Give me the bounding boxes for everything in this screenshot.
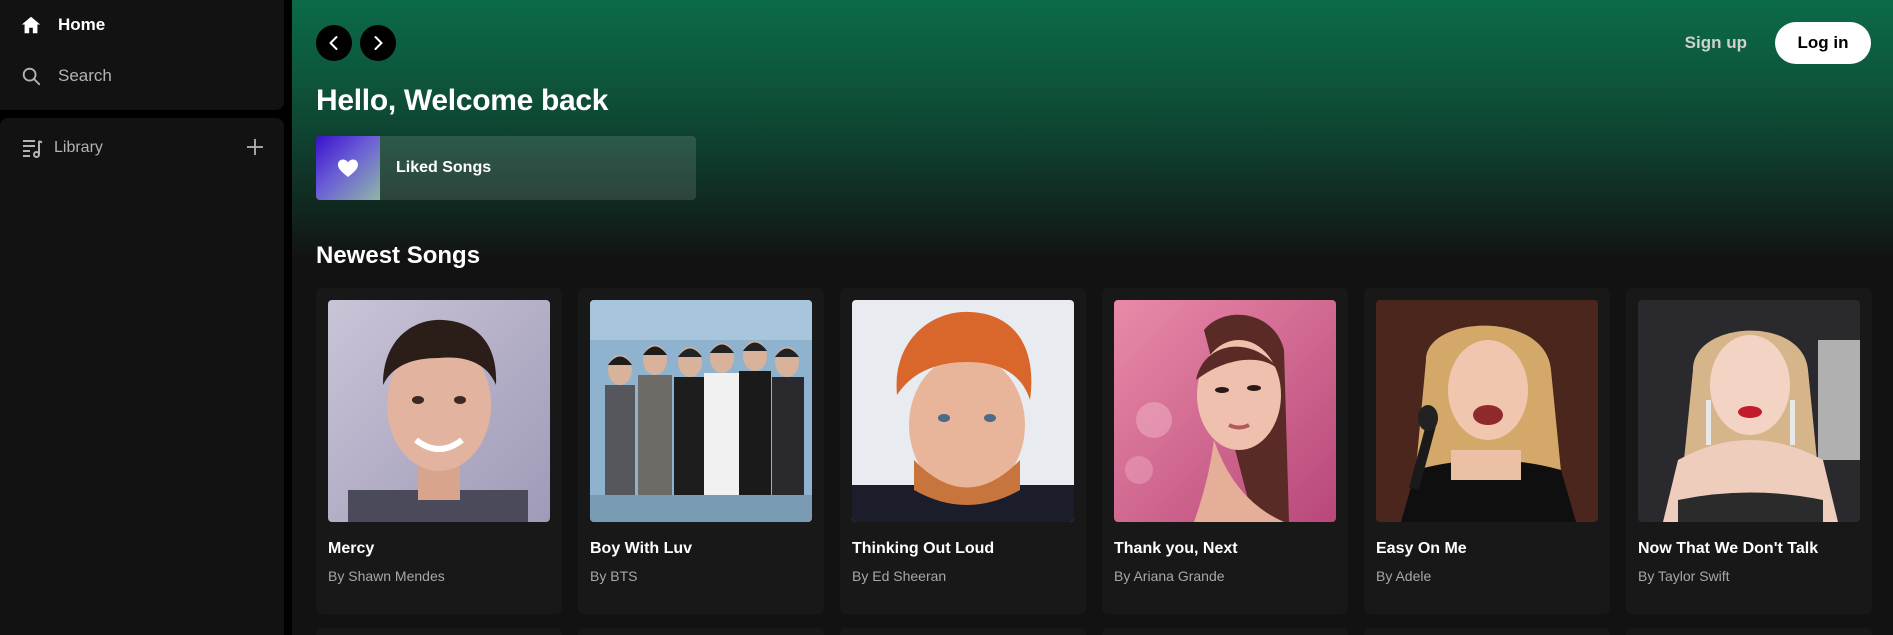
library-label: Library (54, 139, 103, 156)
song-artist: By Adele (1376, 568, 1432, 584)
song-title: Thinking Out Loud (852, 540, 995, 557)
song-title: Thank you, Next (1114, 540, 1238, 557)
login-button[interactable]: Log in (1775, 22, 1871, 64)
heart-icon (338, 159, 358, 177)
album-art (852, 300, 1074, 522)
song-card[interactable]: Easy On Me By Adele (1364, 288, 1610, 614)
search-icon (22, 67, 41, 86)
album-art (328, 300, 550, 522)
nav-home[interactable]: Home (20, 14, 105, 36)
song-artist: By BTS (590, 568, 638, 584)
library-button[interactable]: Library (20, 136, 103, 160)
sidebar: Home Search Library (0, 0, 292, 635)
song-card-partial[interactable] (1364, 628, 1610, 635)
song-title: Now That We Don't Talk (1638, 540, 1819, 557)
liked-songs-label: Liked Songs (396, 159, 492, 176)
add-playlist-button[interactable] (242, 134, 268, 160)
song-artist: By Taylor Swift (1638, 568, 1730, 584)
song-title: Easy On Me (1376, 540, 1467, 557)
library-panel: Library (0, 118, 284, 635)
plus-icon (247, 139, 263, 155)
library-icon (23, 140, 43, 158)
section-title: Newest Songs (316, 242, 481, 269)
home-icon (21, 16, 41, 34)
song-artist: By Shawn Mendes (328, 568, 445, 584)
forward-button[interactable] (360, 25, 396, 61)
song-title: Mercy (328, 540, 375, 557)
album-art (1638, 300, 1860, 522)
song-cards: Mercy By Shawn Mendes Boy With Luv By BT… (316, 288, 1872, 614)
nav-home-label: Home (58, 15, 106, 34)
history-nav (316, 25, 396, 61)
header-gradient (292, 0, 1893, 260)
song-card[interactable]: Boy With Luv By BTS (578, 288, 824, 614)
signup-button[interactable]: Sign up (1685, 33, 1747, 53)
song-card-partial[interactable] (578, 628, 824, 635)
liked-songs-art (316, 136, 380, 200)
nav-search-label: Search (58, 66, 112, 85)
chevron-left-icon (329, 36, 338, 50)
album-art (1114, 300, 1336, 522)
song-title: Boy With Luv (590, 540, 693, 557)
nav-search[interactable]: Search (20, 65, 112, 87)
song-card[interactable]: Thinking Out Loud By Ed Sheeran (840, 288, 1086, 614)
song-card-partial[interactable] (316, 628, 562, 635)
song-artist: By Ed Sheeran (852, 568, 947, 584)
chevron-right-icon (374, 36, 383, 50)
song-card-partial[interactable] (840, 628, 1086, 635)
back-button[interactable] (316, 25, 352, 61)
song-card[interactable]: Mercy By Shawn Mendes (316, 288, 562, 614)
song-card-partial[interactable] (1626, 628, 1872, 635)
page-title: Hello, Welcome back (316, 84, 609, 117)
nav-panel: Home Search (0, 0, 284, 110)
song-artist: By Ariana Grande (1114, 568, 1225, 584)
liked-songs-tile[interactable]: Liked Songs (316, 136, 696, 200)
album-art (590, 300, 812, 522)
auth-buttons: Sign up Log in (1685, 22, 1871, 64)
album-art (1376, 300, 1598, 522)
song-card[interactable]: Now That We Don't Talk By Taylor Swift (1626, 288, 1872, 614)
song-card-partial[interactable] (1102, 628, 1348, 635)
song-cards-row-2 (316, 628, 1872, 635)
song-card[interactable]: Thank you, Next By Ariana Grande (1102, 288, 1348, 614)
main-content: Sign up Log in Hello, Welcome back Liked… (292, 0, 1893, 635)
